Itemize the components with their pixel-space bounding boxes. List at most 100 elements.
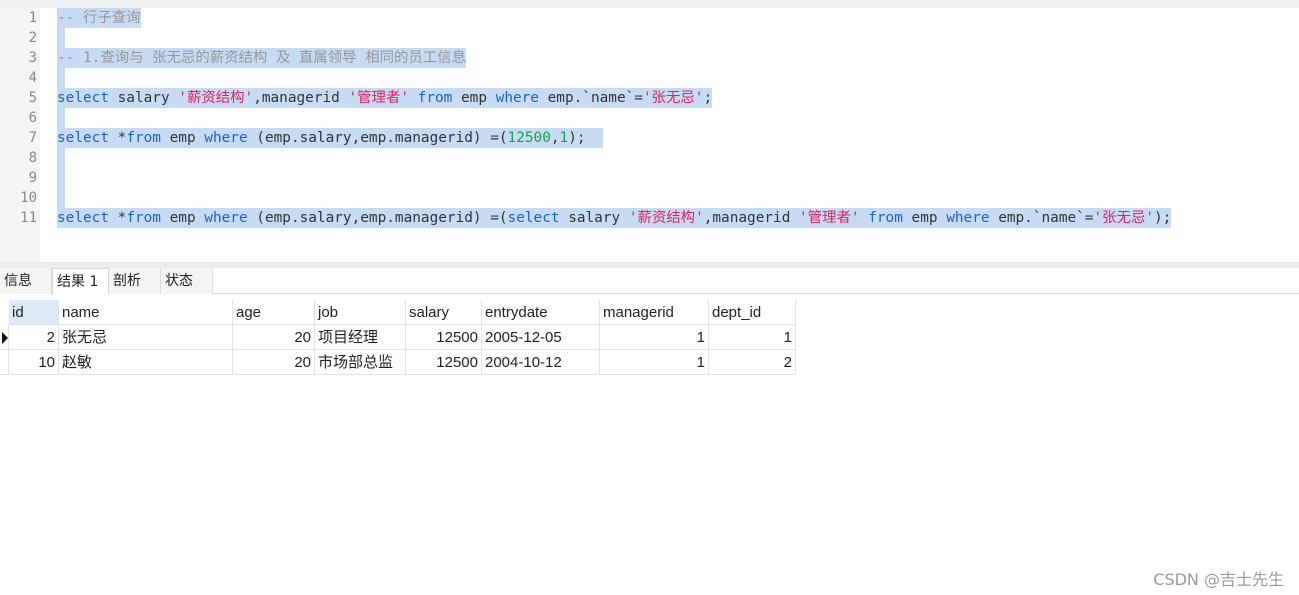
row-marker[interactable] bbox=[0, 325, 9, 350]
tab-status[interactable]: 状态 bbox=[161, 268, 213, 294]
code-empty bbox=[57, 148, 65, 168]
number-literal: 12500 bbox=[507, 130, 551, 146]
line-number: 4 bbox=[28, 70, 37, 86]
table-cell-id[interactable]: 2 bbox=[9, 325, 59, 350]
watermark: CSDN @吉士先生 bbox=[1153, 570, 1284, 589]
string-literal: '管理者' bbox=[799, 210, 860, 226]
keyword: where bbox=[495, 90, 539, 106]
column-header-name[interactable]: name bbox=[59, 300, 233, 325]
code-text: * bbox=[108, 130, 127, 146]
table-cell-managerid[interactable]: 1 bbox=[600, 350, 709, 375]
column-header-salary[interactable]: salary bbox=[406, 300, 482, 325]
table-cell-id[interactable]: 10 bbox=[9, 350, 59, 375]
column-header-dept-id[interactable]: dept_id bbox=[709, 300, 796, 325]
editor-line: 2 bbox=[0, 28, 1299, 48]
string-literal: '管理者' bbox=[348, 90, 410, 106]
line-number: 3 bbox=[28, 50, 37, 66]
code-text: emp bbox=[452, 90, 496, 106]
row-marker[interactable] bbox=[0, 350, 9, 375]
line-number: 5 bbox=[28, 90, 37, 106]
tab-result-1[interactable]: 结果 1 bbox=[52, 268, 109, 295]
code-statement: select *from emp where (emp.salary,emp.m… bbox=[57, 128, 603, 148]
code-text: ); bbox=[568, 130, 586, 146]
string-literal: '张无忌' bbox=[1093, 210, 1155, 226]
table-cell-job[interactable]: 项目经理 bbox=[315, 325, 406, 350]
editor-line: 10 bbox=[0, 188, 1299, 208]
column-header-job[interactable]: job bbox=[315, 300, 406, 325]
code-text: , bbox=[550, 130, 560, 146]
string-literal: '张无忌' bbox=[642, 90, 704, 106]
table-cell-salary[interactable]: 12500 bbox=[406, 325, 482, 350]
sql-editor[interactable]: 1 -- 行子查询 2 3 -- 1.查询与 张无忌的薪资结构 及 直属领导 相… bbox=[0, 8, 1299, 262]
string-literal: '薪资结构' bbox=[178, 90, 254, 106]
table-cell-entrydate[interactable]: 2004-10-12 bbox=[482, 350, 600, 375]
editor-line: 7 select *from emp where (emp.salary,emp… bbox=[0, 128, 1299, 148]
editor-line: 1 -- 行子查询 bbox=[0, 8, 1299, 28]
table-cell-dept-id[interactable]: 2 bbox=[709, 350, 796, 375]
editor-line: 4 bbox=[0, 68, 1299, 88]
code-text: ,managerid bbox=[703, 210, 800, 226]
editor-line: 6 bbox=[0, 108, 1299, 128]
keyword: from bbox=[126, 210, 161, 226]
table-cell-entrydate[interactable]: 2005-12-05 bbox=[482, 325, 600, 350]
code-comment: -- 行子查询 bbox=[57, 8, 141, 28]
editor-line: 3 -- 1.查询与 张无忌的薪资结构 及 直属领导 相同的员工信息 bbox=[0, 48, 1299, 68]
code-empty bbox=[57, 168, 65, 188]
code-text: (emp.salary,emp.managerid) =( bbox=[247, 130, 508, 146]
code-statement: select salary '薪资结构',managerid '管理者' fro… bbox=[57, 88, 713, 108]
table-cell-job[interactable]: 市场部总监 bbox=[315, 350, 406, 375]
tab-profile[interactable]: 剖析 bbox=[109, 268, 161, 294]
number-literal: 1 bbox=[559, 130, 569, 146]
line-number: 2 bbox=[28, 30, 37, 46]
table-cell-age[interactable]: 20 bbox=[233, 350, 315, 375]
table-cell-dept-id[interactable]: 1 bbox=[709, 325, 796, 350]
code-text: ); bbox=[1154, 210, 1172, 226]
line-number: 9 bbox=[28, 170, 37, 186]
code-empty bbox=[57, 68, 65, 88]
table-cell-name[interactable]: 赵敏 bbox=[59, 350, 233, 375]
code-empty bbox=[57, 28, 65, 48]
keyword: where bbox=[946, 210, 990, 226]
code-text: emp bbox=[160, 130, 205, 146]
keyword: where bbox=[204, 210, 248, 226]
editor-line: 5 select salary '薪资结构',managerid '管理者' f… bbox=[0, 88, 1299, 108]
keyword: select bbox=[57, 210, 109, 226]
column-header-managerid[interactable]: managerid bbox=[600, 300, 709, 325]
code-text: emp bbox=[160, 210, 205, 226]
keyword: select bbox=[507, 210, 560, 226]
column-header-entrydate[interactable]: entrydate bbox=[482, 300, 600, 325]
keyword: select bbox=[57, 130, 109, 146]
line-number: 11 bbox=[20, 210, 37, 226]
code-text: salary bbox=[108, 90, 179, 106]
column-header-id[interactable]: id bbox=[9, 300, 59, 325]
code-text: emp bbox=[902, 210, 947, 226]
keyword: from bbox=[417, 90, 453, 106]
keyword: where bbox=[204, 130, 248, 146]
code-text: emp.`name`= bbox=[989, 210, 1094, 226]
code-statement: select *from emp where (emp.salary,emp.m… bbox=[57, 208, 1172, 228]
keyword: select bbox=[57, 90, 109, 106]
code-text: salary bbox=[559, 210, 629, 226]
table-cell-managerid[interactable]: 1 bbox=[600, 325, 709, 350]
editor-line: 9 bbox=[0, 168, 1299, 188]
current-row-arrow-icon bbox=[2, 332, 8, 344]
table-cell-name[interactable]: 张无忌 bbox=[59, 325, 233, 350]
line-number: 6 bbox=[28, 110, 37, 126]
line-number: 10 bbox=[20, 190, 37, 206]
line-number: 7 bbox=[28, 130, 37, 146]
code-text: (emp.salary,emp.managerid) =( bbox=[247, 210, 508, 226]
table-cell-salary[interactable]: 12500 bbox=[406, 350, 482, 375]
keyword: from bbox=[868, 210, 903, 226]
code-text: emp.`name`= bbox=[538, 90, 643, 106]
result-tab-bar: 信息 结果 1 剖析 状态 bbox=[0, 268, 1299, 295]
code-text: * bbox=[108, 210, 127, 226]
table-cell-age[interactable]: 20 bbox=[233, 325, 315, 350]
line-number: 1 bbox=[28, 10, 37, 26]
tab-info[interactable]: 信息 bbox=[0, 268, 52, 294]
code-comment: -- 1.查询与 张无忌的薪资结构 及 直属领导 相同的员工信息 bbox=[57, 48, 466, 68]
code-text: ,managerid bbox=[253, 90, 349, 106]
column-header-age[interactable]: age bbox=[233, 300, 315, 325]
